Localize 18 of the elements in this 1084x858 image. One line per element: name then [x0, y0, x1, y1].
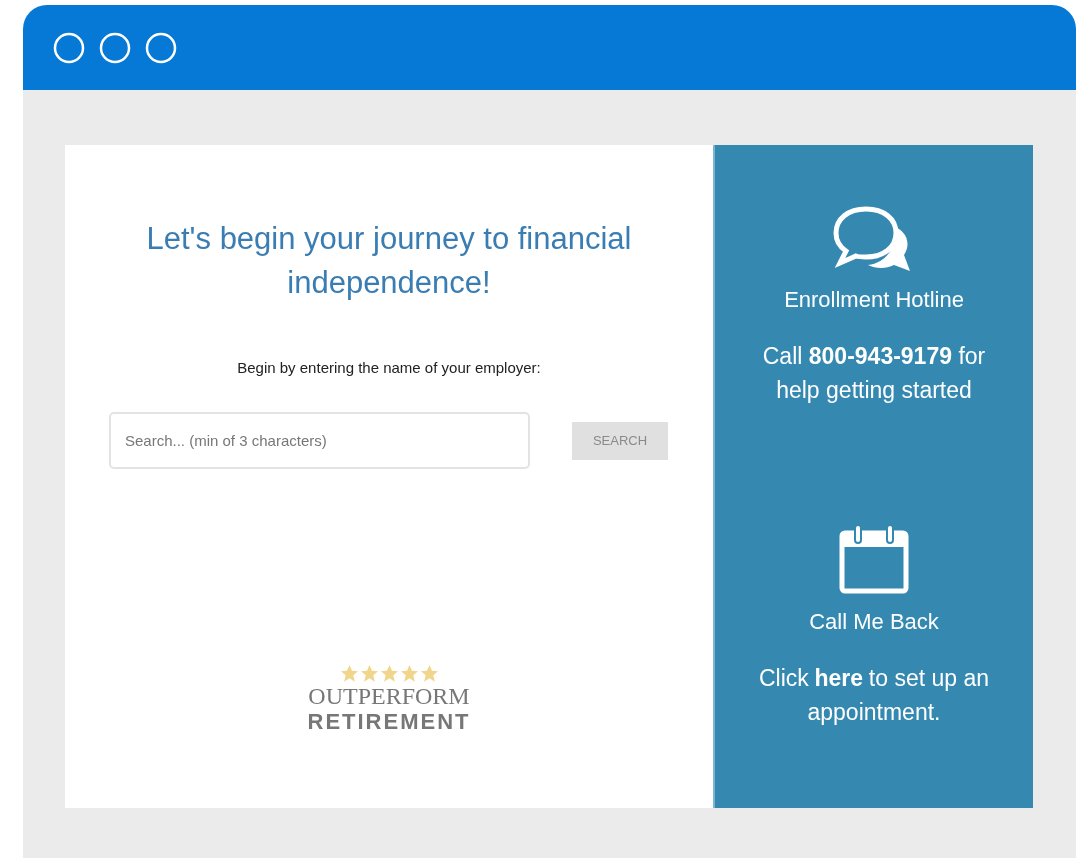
- star-icon: [399, 664, 419, 683]
- here-link[interactable]: here: [814, 665, 864, 691]
- star-icon: [379, 664, 399, 683]
- window-control-icon[interactable]: [145, 31, 177, 64]
- logo-text: OUTPERFORM: [308, 683, 470, 709]
- star-icon: [359, 664, 379, 683]
- window-control-icon[interactable]: [53, 31, 85, 64]
- calendar-icon: [838, 523, 910, 595]
- section-title: Enrollment Hotline: [784, 287, 964, 313]
- window-control-icon[interactable]: [99, 31, 131, 64]
- logo-text: RETIREMENT: [307, 709, 471, 735]
- star-icon: [419, 664, 439, 683]
- instruction-text: Begin by entering the name of your employer:: [237, 359, 541, 376]
- section-title: Call Me Back: [809, 609, 939, 635]
- star-icon: [339, 664, 359, 683]
- contact-text: Click here to set up an appointment.: [757, 664, 991, 727]
- page-heading: Let's begin your journey to financial independence!: [145, 220, 633, 302]
- contact-text: Call 800-943-9179 for help getting started: [761, 342, 987, 405]
